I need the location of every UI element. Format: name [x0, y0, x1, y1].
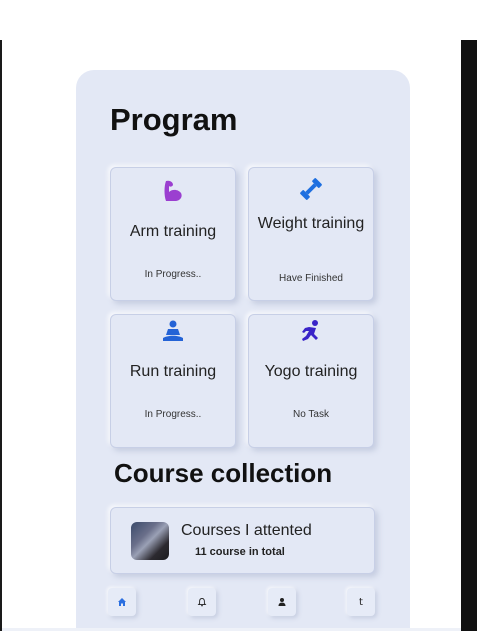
user-icon — [278, 598, 286, 606]
program-card-name: Arm training — [129, 223, 217, 240]
program-card-name: Weight training — [257, 215, 365, 232]
nav-home-button[interactable] — [108, 588, 136, 616]
program-card-status: In Progress.. — [144, 269, 202, 280]
program-card-run[interactable]: Run training In Progress.. — [110, 314, 236, 448]
program-card-weight[interactable]: Weight training Have Finished — [248, 167, 374, 301]
dumbbell-icon — [249, 176, 373, 202]
program-card-name: Run training — [129, 363, 217, 380]
program-card-yogo[interactable]: Yogo training No Task — [248, 314, 374, 448]
nav-user-button[interactable] — [268, 588, 296, 616]
window-left-border — [0, 40, 2, 631]
courses-attended-card[interactable]: Courses I attented 11 course in total — [110, 507, 375, 574]
program-card-status: No Task — [293, 409, 329, 420]
app-container: Program Arm training In Progress.. Weigh… — [76, 70, 410, 631]
home-icon — [118, 598, 126, 606]
flexed-arm-icon — [111, 178, 235, 204]
program-card-arm[interactable]: Arm training In Progress.. — [110, 167, 236, 301]
running-person-icon — [249, 319, 373, 345]
course-thumbnail — [131, 522, 169, 560]
nav-t-button[interactable]: t — [347, 588, 375, 616]
course-card-title: Courses I attented — [181, 522, 312, 539]
nav-bell-button[interactable] — [188, 588, 216, 616]
program-card-name: Yogo training — [264, 363, 358, 380]
bell-icon — [197, 598, 207, 607]
program-card-status: Have Finished — [279, 273, 343, 284]
right-dark-panel — [461, 40, 477, 631]
course-card-subtitle: 11 course in total — [195, 546, 285, 558]
t-icon: t — [359, 596, 363, 608]
meditation-person-icon — [111, 319, 235, 345]
program-card-status: In Progress.. — [144, 409, 202, 420]
course-section-title: Course collection — [114, 458, 333, 488]
page-title: Program — [110, 102, 238, 137]
